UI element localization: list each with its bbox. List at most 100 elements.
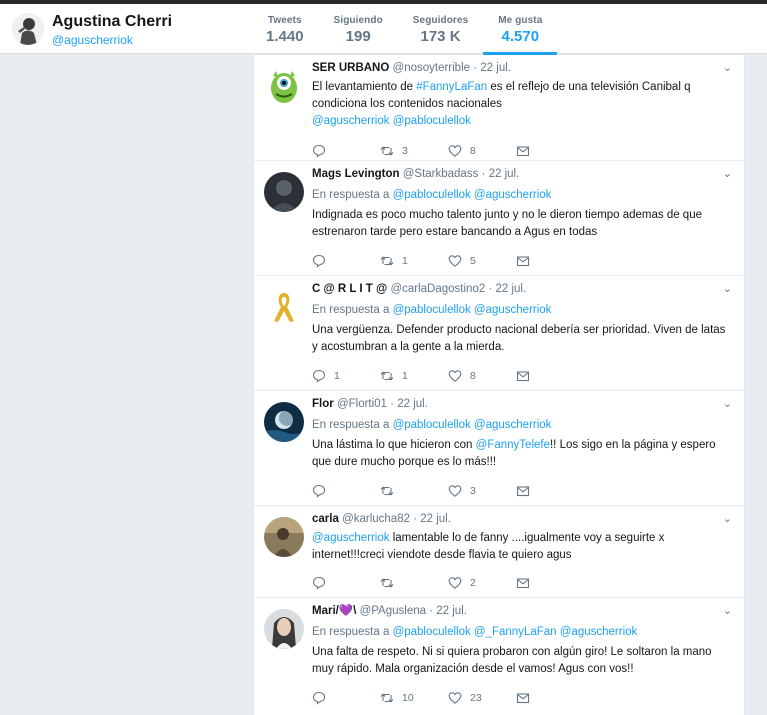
tweet-author-handle[interactable]: @nosoyterrible	[393, 62, 471, 74]
message-button[interactable]	[516, 484, 584, 498]
tweet-avatar[interactable]	[264, 609, 304, 649]
tweet-timestamp[interactable]: 22 jul.	[489, 168, 520, 180]
chevron-down-icon[interactable]: ⌄	[723, 167, 732, 180]
hashtag-link[interactable]: #FannyLaFan	[416, 81, 487, 93]
stat-followers[interactable]: Seguidores 173 K	[398, 4, 483, 54]
tweet-avatar[interactable]	[264, 172, 304, 212]
tweet-timestamp[interactable]: 22 jul.	[495, 283, 526, 295]
message-button[interactable]	[516, 144, 584, 158]
chevron-down-icon[interactable]: ⌄	[723, 512, 732, 525]
retweet-icon	[380, 578, 394, 588]
tweet-avatar[interactable]	[264, 287, 304, 327]
retweet-icon	[380, 146, 394, 156]
tweet[interactable]: Mags Levington @Starkbadass · 22 jul. ⌄ …	[254, 161, 744, 276]
reply-mentions[interactable]: @pabloculellok @_FannyLaFan @aguscherrio…	[393, 626, 638, 638]
retweet-button[interactable]: 10	[380, 691, 448, 705]
stat-likes[interactable]: Me gusta 4.570	[483, 4, 558, 55]
retweet-button[interactable]: 1	[380, 254, 448, 268]
envelope-icon	[516, 256, 530, 267]
girl-portrait-icon	[264, 609, 304, 649]
tweet[interactable]: Flor @Florti01 · 22 jul. ⌄ En respuesta …	[254, 391, 744, 506]
separator-dot: ·	[481, 168, 486, 180]
heart-icon	[448, 370, 462, 382]
separator-dot: ·	[390, 398, 395, 410]
chevron-down-icon[interactable]: ⌄	[723, 61, 732, 74]
stat-tweets[interactable]: Tweets 1.440	[251, 4, 319, 54]
retweet-button[interactable]	[380, 576, 448, 590]
reply-icon	[312, 691, 326, 705]
photo-portrait-icon	[264, 517, 304, 557]
tweet-header: Mags Levington @Starkbadass · 22 jul.	[312, 167, 734, 182]
profile-avatar[interactable]	[12, 13, 44, 45]
reply-button[interactable]	[312, 144, 380, 158]
yellow-ribbon-icon	[264, 287, 304, 327]
like-button[interactable]: 2	[448, 576, 516, 590]
reply-button[interactable]	[312, 576, 380, 590]
tweet-avatar[interactable]	[264, 402, 304, 442]
tweet-author-handle[interactable]: @Florti01	[337, 398, 387, 410]
tweet-author-handle[interactable]: @PAguslena	[360, 605, 426, 617]
reply-mentions[interactable]: @pabloculellok @aguscherriok	[393, 189, 552, 201]
tweet-author-name[interactable]: Flor	[312, 398, 334, 410]
tweet-author-handle[interactable]: @carlaDagostino2	[390, 283, 485, 295]
tweet-author-handle[interactable]: @Starkbadass	[403, 168, 479, 180]
heart-icon	[448, 485, 462, 497]
reply-mentions[interactable]: @pabloculellok @aguscherriok	[393, 419, 552, 431]
mention-links[interactable]: @aguscherriok @pabloculellok	[312, 115, 471, 127]
tweet-timestamp[interactable]: 22 jul.	[397, 398, 428, 410]
like-button[interactable]: 5	[448, 254, 516, 268]
dark-portrait-icon	[264, 172, 304, 212]
tweet-text: Indignada es poco mucho talento junto y …	[312, 209, 702, 238]
separator-dot: ·	[429, 605, 434, 617]
chevron-down-icon[interactable]: ⌄	[723, 397, 732, 410]
reply-mentions[interactable]: @pabloculellok @aguscherriok	[393, 304, 552, 316]
reply-button[interactable]	[312, 484, 380, 498]
retweet-button[interactable]	[380, 484, 448, 498]
mention-link[interactable]: @aguscherriok	[312, 532, 390, 544]
message-button[interactable]	[516, 691, 584, 705]
profile-handle[interactable]: @aguscherriok	[52, 33, 133, 47]
reply-button[interactable]	[312, 691, 380, 705]
envelope-icon	[516, 578, 530, 589]
stat-label: Tweets	[267, 15, 302, 26]
chevron-down-icon[interactable]: ⌄	[723, 604, 732, 617]
chevron-down-icon[interactable]: ⌄	[723, 282, 732, 295]
tweet-author-name[interactable]: Mari/💜\	[312, 605, 356, 617]
profile-header: Agustina Cherri @aguscherriok Tweets 1.4…	[0, 4, 767, 55]
tweet-header: C @ R L I T @ @carlaDagostino2 · 22 jul.	[312, 282, 734, 297]
tweet[interactable]: Mari/💜\ @PAguslena · 22 jul. ⌄ En respue…	[254, 598, 744, 715]
tweet-header: SER URBANO @nosoyterrible · 22 jul.	[312, 61, 734, 76]
tweet-avatar[interactable]	[264, 517, 304, 557]
tweet[interactable]: carla @karlucha82 · 22 jul. ⌄ @aguscherr…	[254, 506, 744, 598]
like-button[interactable]: 8	[448, 369, 516, 383]
retweet-count: 1	[402, 255, 408, 267]
tweet-timestamp[interactable]: 22 jul.	[480, 62, 511, 74]
tweet-author-name[interactable]: SER URBANO	[312, 62, 389, 74]
tweet-author-handle[interactable]: @karlucha82	[342, 513, 410, 525]
tweet-timestamp[interactable]: 22 jul.	[436, 605, 467, 617]
message-button[interactable]	[516, 576, 584, 590]
profile-name[interactable]: Agustina Cherri	[52, 13, 172, 31]
like-button[interactable]: 8	[448, 144, 516, 158]
message-button[interactable]	[516, 254, 584, 268]
tweet-timestamp[interactable]: 22 jul.	[420, 513, 451, 525]
tweet-avatar[interactable]	[264, 66, 304, 106]
message-button[interactable]	[516, 369, 584, 383]
retweet-button[interactable]: 3	[380, 144, 448, 158]
tweet[interactable]: SER URBANO @nosoyterrible · 22 jul. ⌄ El…	[254, 55, 744, 161]
tweet-timeline[interactable]: SER URBANO @nosoyterrible · 22 jul. ⌄ El…	[253, 55, 745, 715]
tweet-actions: 10 23	[312, 683, 734, 713]
reply-button[interactable]	[312, 254, 380, 268]
stat-following[interactable]: Siguiendo 199	[319, 4, 398, 54]
retweet-icon	[380, 486, 394, 496]
tweet-author-name[interactable]: carla	[312, 513, 339, 525]
like-button[interactable]: 23	[448, 691, 516, 705]
tweet[interactable]: C @ R L I T @ @carlaDagostino2 · 22 jul.…	[254, 276, 744, 391]
tweet-author-name[interactable]: Mags Levington	[312, 168, 400, 180]
retweet-button[interactable]: 1	[380, 369, 448, 383]
mention-link[interactable]: @FannyTelefe	[476, 439, 550, 451]
reply-button[interactable]: 1	[312, 369, 380, 383]
like-button[interactable]: 3	[448, 484, 516, 498]
tweet-text: Una vergüenza. Defender producto naciona…	[312, 324, 726, 353]
tweet-author-name[interactable]: C @ R L I T @	[312, 283, 387, 295]
